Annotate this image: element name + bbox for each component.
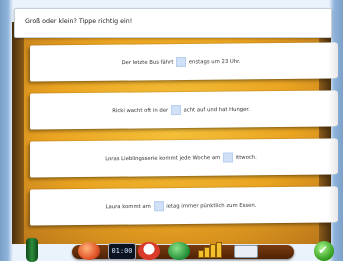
sentence-card-4: Laura kommt am ietag immer pünktlich zum… (30, 186, 338, 226)
clock-display: 01:00 (108, 243, 136, 260)
sentence-card-2: Ricki wacht oft in der acht auf und hat … (30, 90, 338, 130)
board-edge-left (12, 22, 24, 244)
progress-bars-icon[interactable] (196, 242, 226, 260)
sentence-3-after: ittwoch. (235, 154, 257, 161)
sentence-3: Loras Lieblingsserie kommt jede Woche am… (30, 151, 332, 164)
sentence-2-before: Ricki wacht oft in der (112, 107, 169, 115)
folder-icon[interactable] (168, 242, 190, 260)
sentence-4: Laura kommt am ietag immer pünktlich zum… (30, 199, 332, 212)
bottle-icon (26, 238, 38, 262)
card-icon[interactable] (234, 245, 258, 258)
bottom-toolbar: 01:00 (12, 238, 334, 262)
speedometer-icon[interactable] (138, 242, 160, 260)
sentence-1: Der letzte Bus fährt enstags um 23 Uhr. (30, 55, 332, 68)
sentence-2-after: acht auf und hat Hunger. (183, 106, 250, 114)
letter-input-3[interactable] (222, 152, 233, 163)
sentence-4-before: Laura kommt am (105, 203, 151, 211)
sentence-3-before: Loras Lieblingsserie kommt jede Woche am (105, 155, 221, 163)
letter-input-4[interactable] (153, 201, 164, 212)
sentence-2: Ricki wacht oft in der acht auf und hat … (30, 103, 332, 116)
sentence-1-before: Der letzte Bus fährt (121, 59, 174, 67)
instruction-text: Groß oder klein? Tippe richtig ein! (25, 18, 133, 25)
sentence-1-after: enstags um 23 Uhr. (188, 58, 241, 66)
letter-input-2[interactable] (170, 105, 181, 116)
sentence-4-after: ietag immer pünktlich zum Essen. (166, 202, 257, 210)
sentence-card-1: Der letzte Bus fährt enstags um 23 Uhr. (30, 42, 338, 82)
instruction-bar: Groß oder klein? Tippe richtig ein! (14, 8, 332, 38)
sentence-card-3: Loras Lieblingsserie kommt jede Woche am… (30, 138, 338, 178)
check-icon[interactable] (314, 241, 334, 261)
home-icon[interactable] (78, 242, 100, 260)
letter-input-1[interactable] (176, 56, 187, 68)
